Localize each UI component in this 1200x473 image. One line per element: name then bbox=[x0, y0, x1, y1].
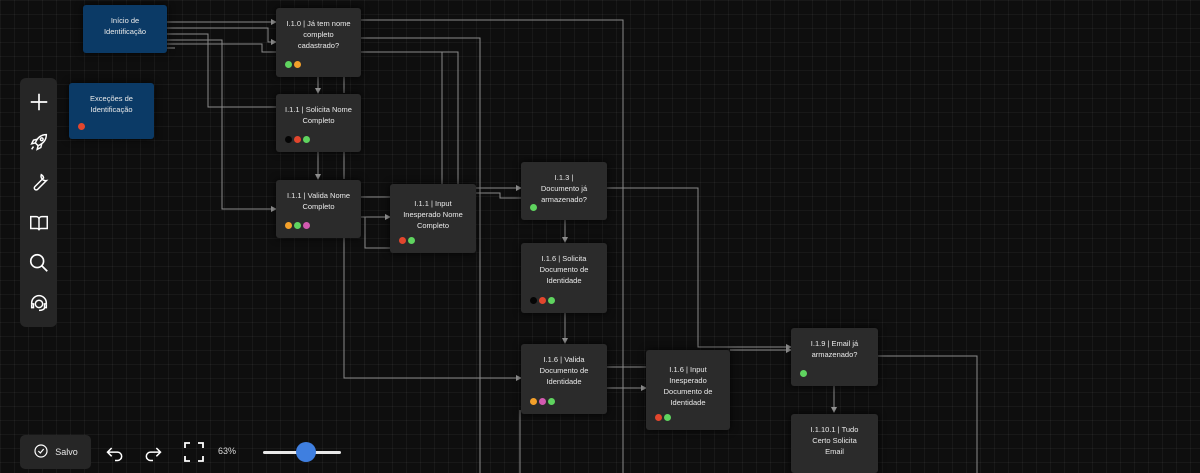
status-dot bbox=[530, 204, 537, 211]
status-dot bbox=[655, 414, 662, 421]
node-excecoes-identificacao[interactable]: Exceções de Identificação bbox=[69, 83, 154, 139]
node-label: I.1.1 | Valida Nome Completo bbox=[286, 191, 351, 211]
status-dot bbox=[548, 398, 555, 405]
status-dot bbox=[285, 61, 292, 68]
node-label: I.1.9 | Email já armazenado? bbox=[810, 339, 859, 359]
status-dot bbox=[294, 222, 301, 229]
status-dot bbox=[303, 136, 310, 143]
node-i111-valida[interactable]: I.1.1 | Valida Nome Completo bbox=[276, 180, 361, 238]
status-dot bbox=[664, 414, 671, 421]
status-dot bbox=[548, 297, 555, 304]
node-inicio-identificacao[interactable]: Início de Identificação bbox=[83, 5, 167, 53]
status-dot bbox=[294, 136, 301, 143]
status-dot bbox=[800, 370, 807, 377]
status-dots bbox=[530, 297, 555, 304]
status-dot bbox=[399, 237, 406, 244]
status-dots bbox=[285, 136, 310, 143]
node-label: I.1.3 | Documento já armazenado? bbox=[540, 173, 588, 204]
zoom-level: 63% bbox=[218, 446, 237, 456]
node-label: I.1.1 | Solicita Nome Completo bbox=[285, 105, 352, 125]
status-dots bbox=[800, 370, 807, 377]
node-label: I.1.6 | Valida Documento de Identidade bbox=[539, 355, 589, 386]
status-dots bbox=[655, 414, 671, 421]
status-dot bbox=[285, 136, 292, 143]
node-i119[interactable]: I.1.9 | Email já armazenado? bbox=[791, 328, 878, 386]
fit-screen-icon[interactable] bbox=[181, 439, 207, 465]
status-dot bbox=[530, 398, 537, 405]
status-dot bbox=[539, 398, 546, 405]
node-i116-solicita[interactable]: I.1.6 | Solicita Documento de Identidade bbox=[521, 243, 607, 313]
save-label: Salvo bbox=[55, 447, 78, 457]
status-dots bbox=[285, 222, 310, 229]
node-i113[interactable]: I.1.3 | Documento já armazenado? bbox=[521, 162, 607, 220]
zoom-slider-thumb[interactable] bbox=[295, 442, 316, 462]
search-icon[interactable] bbox=[26, 250, 52, 276]
status-dots bbox=[399, 237, 415, 244]
node-label: I.1.6 | Solicita Documento de Identidade bbox=[539, 254, 589, 285]
rocket-icon[interactable] bbox=[26, 129, 52, 155]
check-circle-icon bbox=[33, 443, 49, 461]
plus-icon[interactable] bbox=[26, 89, 52, 115]
node-label: Exceções de Identificação bbox=[90, 94, 133, 114]
status-dot bbox=[539, 297, 546, 304]
status-dots bbox=[285, 61, 301, 68]
node-i111-input[interactable]: I.1.1 | Input Inesperado Nome Completo bbox=[390, 184, 476, 253]
status-dot bbox=[294, 61, 301, 68]
wrench-icon[interactable] bbox=[26, 169, 52, 195]
save-button[interactable]: Salvo bbox=[20, 435, 91, 469]
node-i111-solicita[interactable]: I.1.1 | Solicita Nome Completo bbox=[276, 94, 361, 152]
redo-icon[interactable] bbox=[142, 442, 164, 464]
status-dot bbox=[303, 222, 310, 229]
node-label: I.1.0 | Já tem nome completo cadastrado? bbox=[286, 19, 351, 50]
status-dot bbox=[285, 222, 292, 229]
node-label: Início de Identificação bbox=[103, 16, 147, 36]
node-i1101[interactable]: I.1.10.1 | Tudo Certo Solicita Email bbox=[791, 414, 878, 473]
book-icon[interactable] bbox=[26, 210, 52, 236]
status-dot bbox=[78, 123, 85, 130]
status-dot bbox=[530, 297, 537, 304]
node-label: I.1.1 | Input Inesperado Nome Completo bbox=[403, 199, 463, 230]
status-dot bbox=[408, 237, 415, 244]
status-dots bbox=[78, 123, 85, 130]
undo-icon[interactable] bbox=[104, 442, 126, 464]
node-i116-valida[interactable]: I.1.6 | Valida Documento de Identidade bbox=[521, 344, 607, 414]
node-label: I.1.10.1 | Tudo Certo Solicita Email bbox=[810, 425, 859, 456]
status-dots bbox=[530, 204, 537, 211]
left-toolbar bbox=[20, 78, 57, 327]
support-icon[interactable] bbox=[26, 290, 52, 316]
node-i110[interactable]: I.1.0 | Já tem nome completo cadastrado? bbox=[276, 8, 361, 77]
node-label: I.1.6 | Input Inesperado Documento de Id… bbox=[663, 365, 713, 407]
node-i116-input[interactable]: I.1.6 | Input Inesperado Documento de Id… bbox=[646, 350, 730, 430]
status-dots bbox=[530, 398, 555, 405]
